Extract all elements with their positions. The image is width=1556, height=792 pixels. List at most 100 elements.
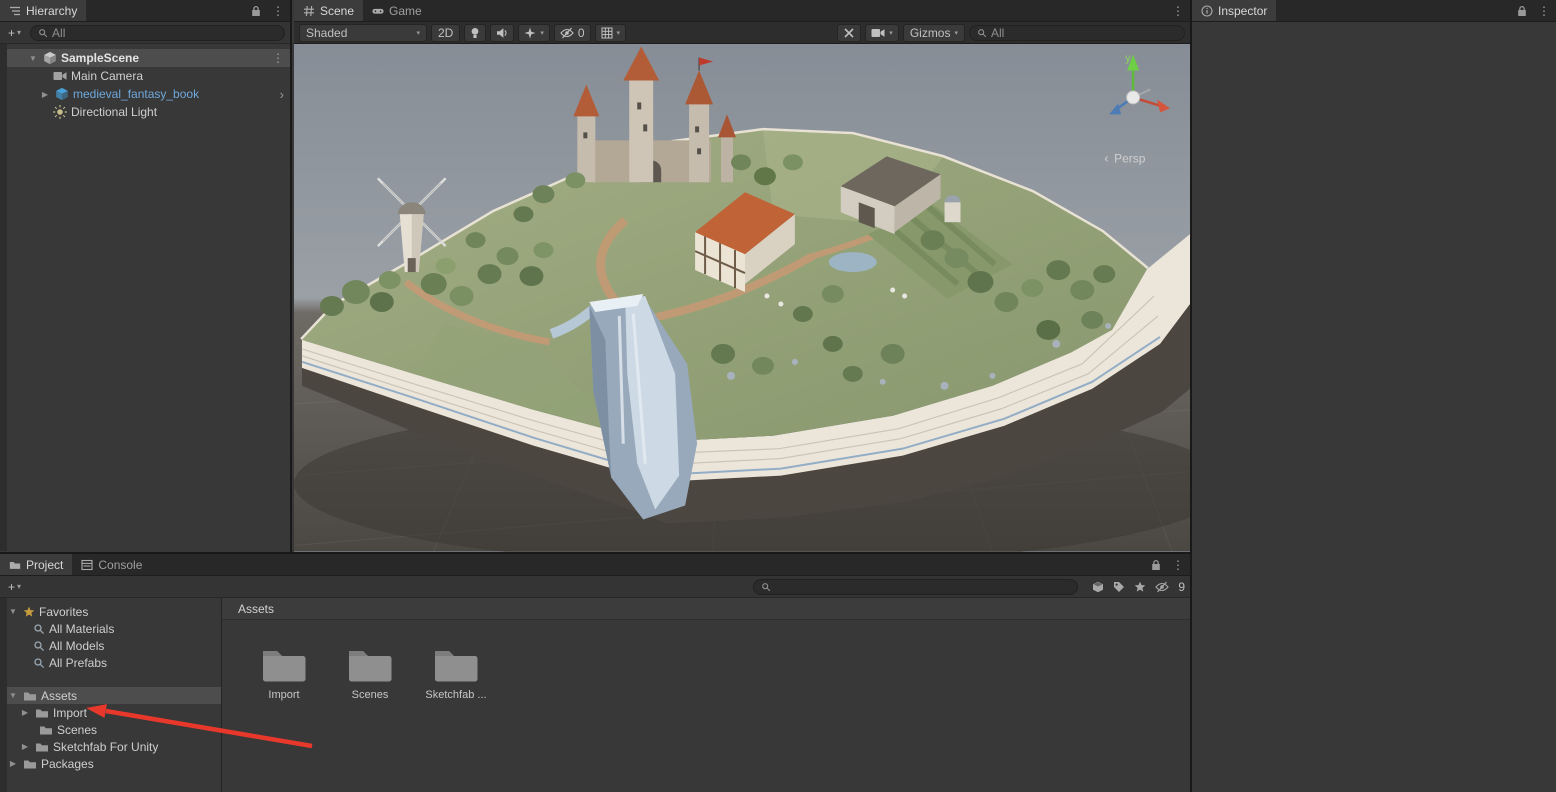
foldout-open-icon[interactable]: ▼ bbox=[27, 54, 39, 63]
scene-viewport[interactable]: y ‹ Persp bbox=[294, 44, 1190, 552]
scene-camera-dropdown[interactable]: ▾ bbox=[865, 24, 899, 42]
add-object-button[interactable]: + ▾ bbox=[5, 26, 24, 40]
scene-panel: Scene Game ⋮ Shaded ▾ 2D bbox=[294, 0, 1190, 552]
foldout-open-icon[interactable]: ▼ bbox=[7, 691, 19, 700]
dropdown-arrow-icon: ▾ bbox=[889, 29, 893, 37]
hierarchy-row-medieval-fantasy-book[interactable]: ▶ medieval_fantasy_book › bbox=[7, 85, 290, 103]
gizmos-label: Gizmos bbox=[910, 26, 951, 40]
gizmo-center[interactable] bbox=[1127, 91, 1140, 104]
hierarchy-row-main-camera[interactable]: Main Camera bbox=[7, 67, 290, 85]
scene-options-icon[interactable]: ⋮ bbox=[272, 51, 284, 65]
tree-row-assets[interactable]: ▼ Assets bbox=[7, 687, 221, 704]
tree-label: Favorites bbox=[39, 605, 88, 619]
breadcrumb-label: Assets bbox=[238, 602, 274, 616]
package-visibility-icon[interactable] bbox=[1092, 581, 1104, 593]
projection-chevron[interactable]: ‹ bbox=[1104, 150, 1108, 165]
panel-menu-icon[interactable]: ⋮ bbox=[272, 4, 284, 18]
tree-row-sketchfab[interactable]: ▶ Sketchfab For Unity bbox=[7, 738, 221, 755]
panel-menu-icon[interactable]: ⋮ bbox=[1538, 4, 1550, 18]
console-tab-icon bbox=[81, 559, 93, 571]
scene-audio-toggle[interactable] bbox=[490, 24, 514, 42]
folder-item-import[interactable]: Import bbox=[246, 646, 322, 701]
dropdown-arrow-icon: ▾ bbox=[540, 29, 544, 37]
tree-label: Packages bbox=[41, 757, 94, 771]
hierarchy-row-samplescene[interactable]: ▼ SampleScene ⋮ bbox=[7, 49, 290, 67]
hierarchy-panel: Hierarchy ⋮ + ▾ All ▼ SampleScene bbox=[0, 0, 292, 552]
game-tab-label: Game bbox=[389, 4, 422, 18]
tab-scene[interactable]: Scene bbox=[294, 0, 363, 21]
audio-icon bbox=[496, 27, 508, 39]
search-icon bbox=[761, 582, 771, 592]
dropdown-arrow-icon: ▾ bbox=[17, 28, 21, 37]
camera-icon bbox=[871, 27, 885, 39]
grid-icon bbox=[601, 27, 613, 39]
hierarchy-row-directional-light[interactable]: Directional Light bbox=[7, 103, 290, 121]
tree-row-import[interactable]: ▶ Import bbox=[7, 704, 221, 721]
search-filter-value: All bbox=[991, 26, 1004, 40]
scene-name: SampleScene bbox=[61, 51, 139, 65]
projection-label[interactable]: Persp bbox=[1114, 151, 1146, 165]
tree-label: All Prefabs bbox=[49, 656, 107, 670]
tree-label: Import bbox=[53, 706, 87, 720]
panel-edge bbox=[0, 44, 7, 551]
panel-menu-icon[interactable]: ⋮ bbox=[1172, 558, 1184, 572]
hierarchy-search-input[interactable]: All bbox=[30, 25, 285, 41]
tree-row-all-prefabs[interactable]: All Prefabs bbox=[7, 654, 221, 671]
search-query-icon bbox=[33, 623, 45, 635]
lighting-icon bbox=[470, 27, 480, 39]
folder-icon bbox=[23, 690, 37, 702]
project-search-input[interactable] bbox=[753, 579, 1078, 595]
tab-project[interactable]: Project bbox=[0, 554, 72, 575]
object-name: medieval_fantasy_book bbox=[73, 87, 199, 101]
hidden-objects-toggle[interactable]: 0 bbox=[554, 24, 591, 42]
create-asset-button[interactable]: + ▾ bbox=[5, 580, 24, 594]
tree-row-packages[interactable]: ▶ Packages bbox=[7, 755, 221, 772]
tab-hierarchy[interactable]: Hierarchy bbox=[0, 0, 86, 21]
folder-item-scenes[interactable]: Scenes bbox=[332, 646, 408, 701]
project-tab-icon bbox=[9, 559, 21, 571]
object-name: Directional Light bbox=[71, 105, 157, 119]
lock-icon[interactable] bbox=[250, 5, 262, 17]
foldout-closed-icon[interactable]: ▶ bbox=[19, 742, 31, 751]
camera-icon bbox=[53, 69, 67, 83]
lock-icon[interactable] bbox=[1516, 5, 1528, 17]
scene-search-input[interactable]: All bbox=[969, 25, 1185, 41]
tree-row-all-models[interactable]: All Models bbox=[7, 637, 221, 654]
tab-console[interactable]: Console bbox=[72, 554, 151, 575]
info-icon bbox=[1201, 5, 1213, 17]
search-icon bbox=[977, 28, 987, 38]
panel-menu-icon[interactable]: ⋮ bbox=[1172, 4, 1184, 18]
shading-mode-dropdown[interactable]: Shaded ▾ bbox=[299, 24, 427, 42]
grid-visibility-dropdown[interactable]: ▾ bbox=[595, 24, 627, 42]
folder-item-sketchfab[interactable]: Sketchfab ... bbox=[418, 646, 494, 701]
favorites-filter-icon[interactable] bbox=[1134, 581, 1146, 593]
toggle-2d-button[interactable]: 2D bbox=[431, 24, 460, 42]
shading-mode-label: Shaded bbox=[306, 26, 347, 40]
folder-icon bbox=[261, 646, 307, 684]
lock-icon[interactable] bbox=[1150, 559, 1162, 571]
foldout-closed-icon[interactable]: ▶ bbox=[19, 708, 31, 717]
hidden-count-icon[interactable] bbox=[1155, 581, 1169, 593]
scene-lighting-toggle[interactable] bbox=[464, 24, 486, 42]
prefab-open-arrow-icon[interactable]: › bbox=[280, 87, 284, 102]
label-filter-icon[interactable] bbox=[1113, 581, 1125, 593]
tab-inspector[interactable]: Inspector bbox=[1192, 0, 1276, 21]
tree-row-scenes[interactable]: Scenes bbox=[7, 721, 221, 738]
tree-row-favorites[interactable]: ▼ Favorites bbox=[7, 603, 221, 620]
gizmos-dropdown[interactable]: Gizmos ▾ bbox=[903, 24, 965, 42]
tree-row-all-materials[interactable]: All Materials bbox=[7, 620, 221, 637]
tree-label: All Models bbox=[49, 639, 104, 653]
scene-tab-icon bbox=[303, 5, 315, 17]
eye-off-icon bbox=[560, 27, 574, 39]
tab-game[interactable]: Game bbox=[363, 0, 431, 21]
asset-grid: Import Scenes Sketchfab ... bbox=[222, 620, 1190, 701]
scene-tools-button[interactable] bbox=[837, 24, 861, 42]
scene-effects-dropdown[interactable]: ▾ bbox=[518, 24, 550, 42]
foldout-closed-icon[interactable]: ▶ bbox=[7, 759, 19, 768]
foldout-open-icon[interactable]: ▼ bbox=[7, 607, 19, 616]
foldout-closed-icon[interactable]: ▶ bbox=[39, 90, 51, 99]
dropdown-arrow-icon: ▾ bbox=[617, 29, 621, 37]
folder-label: Sketchfab ... bbox=[425, 689, 486, 701]
pond bbox=[829, 252, 877, 272]
search-query-icon bbox=[33, 657, 45, 669]
